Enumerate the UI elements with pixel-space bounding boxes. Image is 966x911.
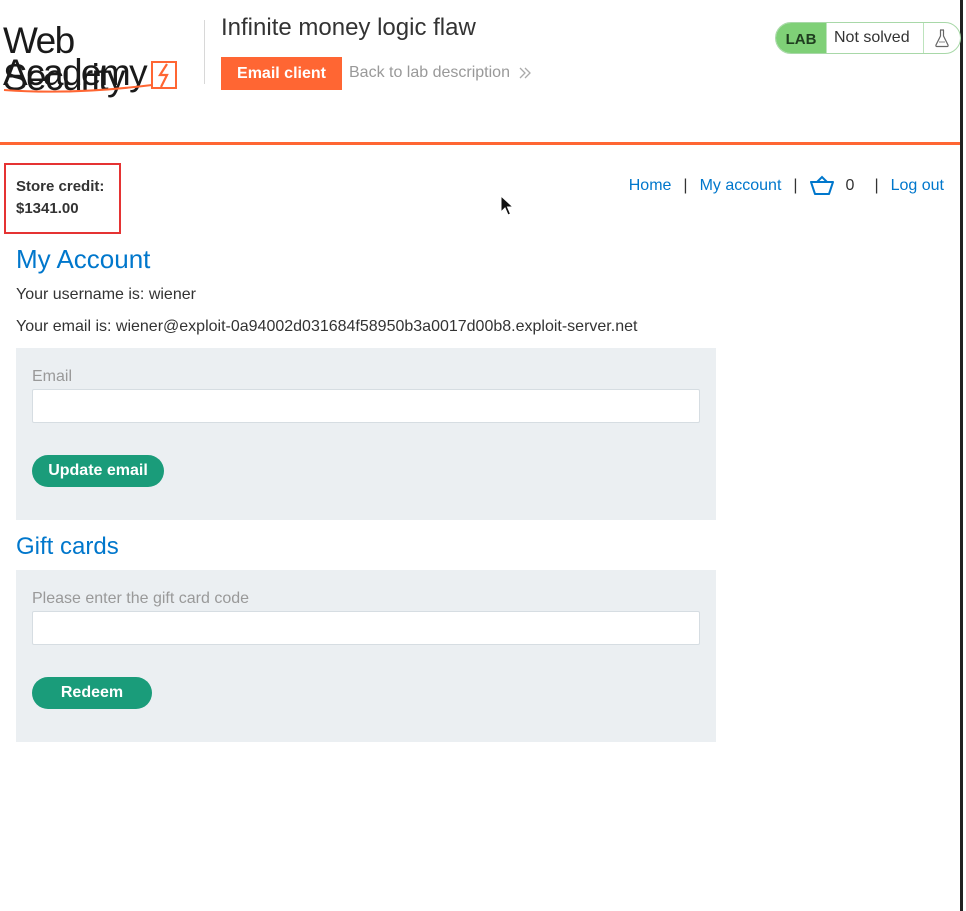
update-email-form: Email Update email [16,348,716,520]
cart-count[interactable]: 0 [846,177,855,195]
store-credit-label: Store credit: [16,178,105,195]
window-edge [960,0,963,911]
top-navigation: Home | My account | 0 | Log out [629,175,944,197]
page-title: My Account [16,244,151,274]
gift-card-code-input[interactable] [32,611,700,645]
email-field-label: Email [32,368,73,385]
back-link-label: Back to lab description [349,64,510,81]
store-credit-value: $1341.00 [16,200,79,217]
mouse-cursor-icon [500,195,514,216]
nav-home-link[interactable]: Home [629,177,672,195]
flask-icon [924,23,960,53]
email-client-button[interactable]: Email client [221,57,342,90]
username-text: Your username is: wiener [16,286,196,303]
logo-swoosh-icon [3,84,153,93]
email-text: Your email is: wiener@exploit-0a94002d03… [16,318,638,335]
nav-separator: | [793,177,798,194]
cart-icon[interactable] [809,175,834,197]
nav-separator: | [683,177,688,194]
nav-separator: | [874,177,879,194]
lab-status-text: Not solved [826,23,924,53]
web-security-academy-logo[interactable]: Web Security Academy [2,20,202,96]
redeem-button[interactable]: Redeem [32,677,152,709]
gift-card-field-label: Please enter the gift card code [32,590,250,607]
header-divider [204,20,205,84]
back-to-lab-description-link[interactable]: Back to lab description [349,64,532,82]
lab-badge: LAB [776,23,826,53]
lab-status-widget: LAB Not solved [775,22,961,54]
double-chevron-right-icon [519,67,531,79]
gift-cards-title: Gift cards [16,533,119,560]
lab-title: Infinite money logic flaw [221,14,476,41]
lab-header: Web Security Academy Infinite money logi… [0,0,961,145]
nav-my-account-link[interactable]: My account [700,177,782,195]
store-credit-box: Store credit: $1341.00 [4,163,121,234]
nav-log-out-link[interactable]: Log out [891,177,944,195]
email-field[interactable] [32,389,700,423]
gift-card-form: Please enter the gift card code Redeem [16,570,716,742]
update-email-button[interactable]: Update email [32,455,164,487]
header-rule [0,142,960,145]
